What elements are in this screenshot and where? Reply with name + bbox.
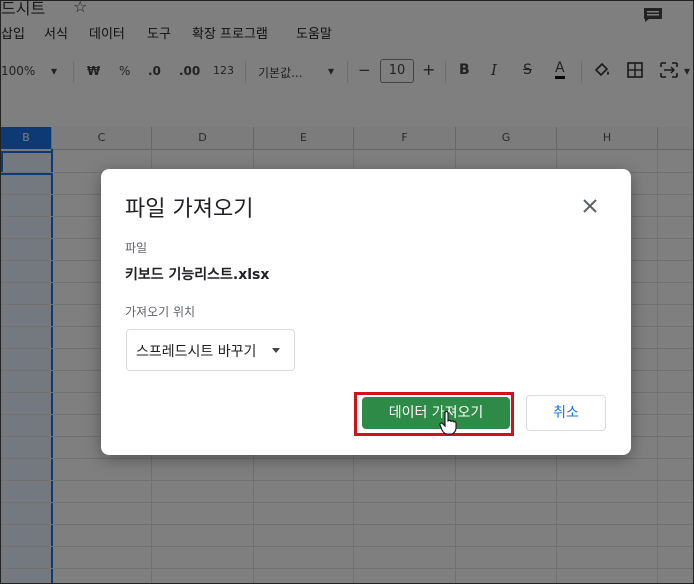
file-label: 파일	[125, 241, 148, 255]
import-file-dialog: 파일 가져오기 파일 키보드 기능리스트.xlsx 가져오기 위치 스프레드시트…	[101, 169, 631, 455]
import-location-value: 스프레드시트 바꾸기	[136, 344, 257, 360]
import-data-button[interactable]: 데이터 가져오기	[362, 397, 510, 429]
file-name: 키보드 기능리스트.xlsx	[125, 267, 270, 283]
import-location-select[interactable]: 스프레드시트 바꾸기	[126, 329, 295, 371]
close-icon[interactable]	[579, 195, 601, 217]
dialog-title: 파일 가져오기	[125, 197, 254, 222]
import-location-label: 가져오기 위치	[125, 305, 196, 319]
cancel-button[interactable]: 취소	[526, 395, 606, 431]
hand-pointer-cursor-icon	[439, 411, 457, 435]
dropdown-arrow-icon	[272, 348, 280, 353]
app-window: 드시트 ☆ 삽입 서식 데이터 도구 확장 프로그램 도움말 100% ▾ ₩ …	[0, 0, 694, 584]
